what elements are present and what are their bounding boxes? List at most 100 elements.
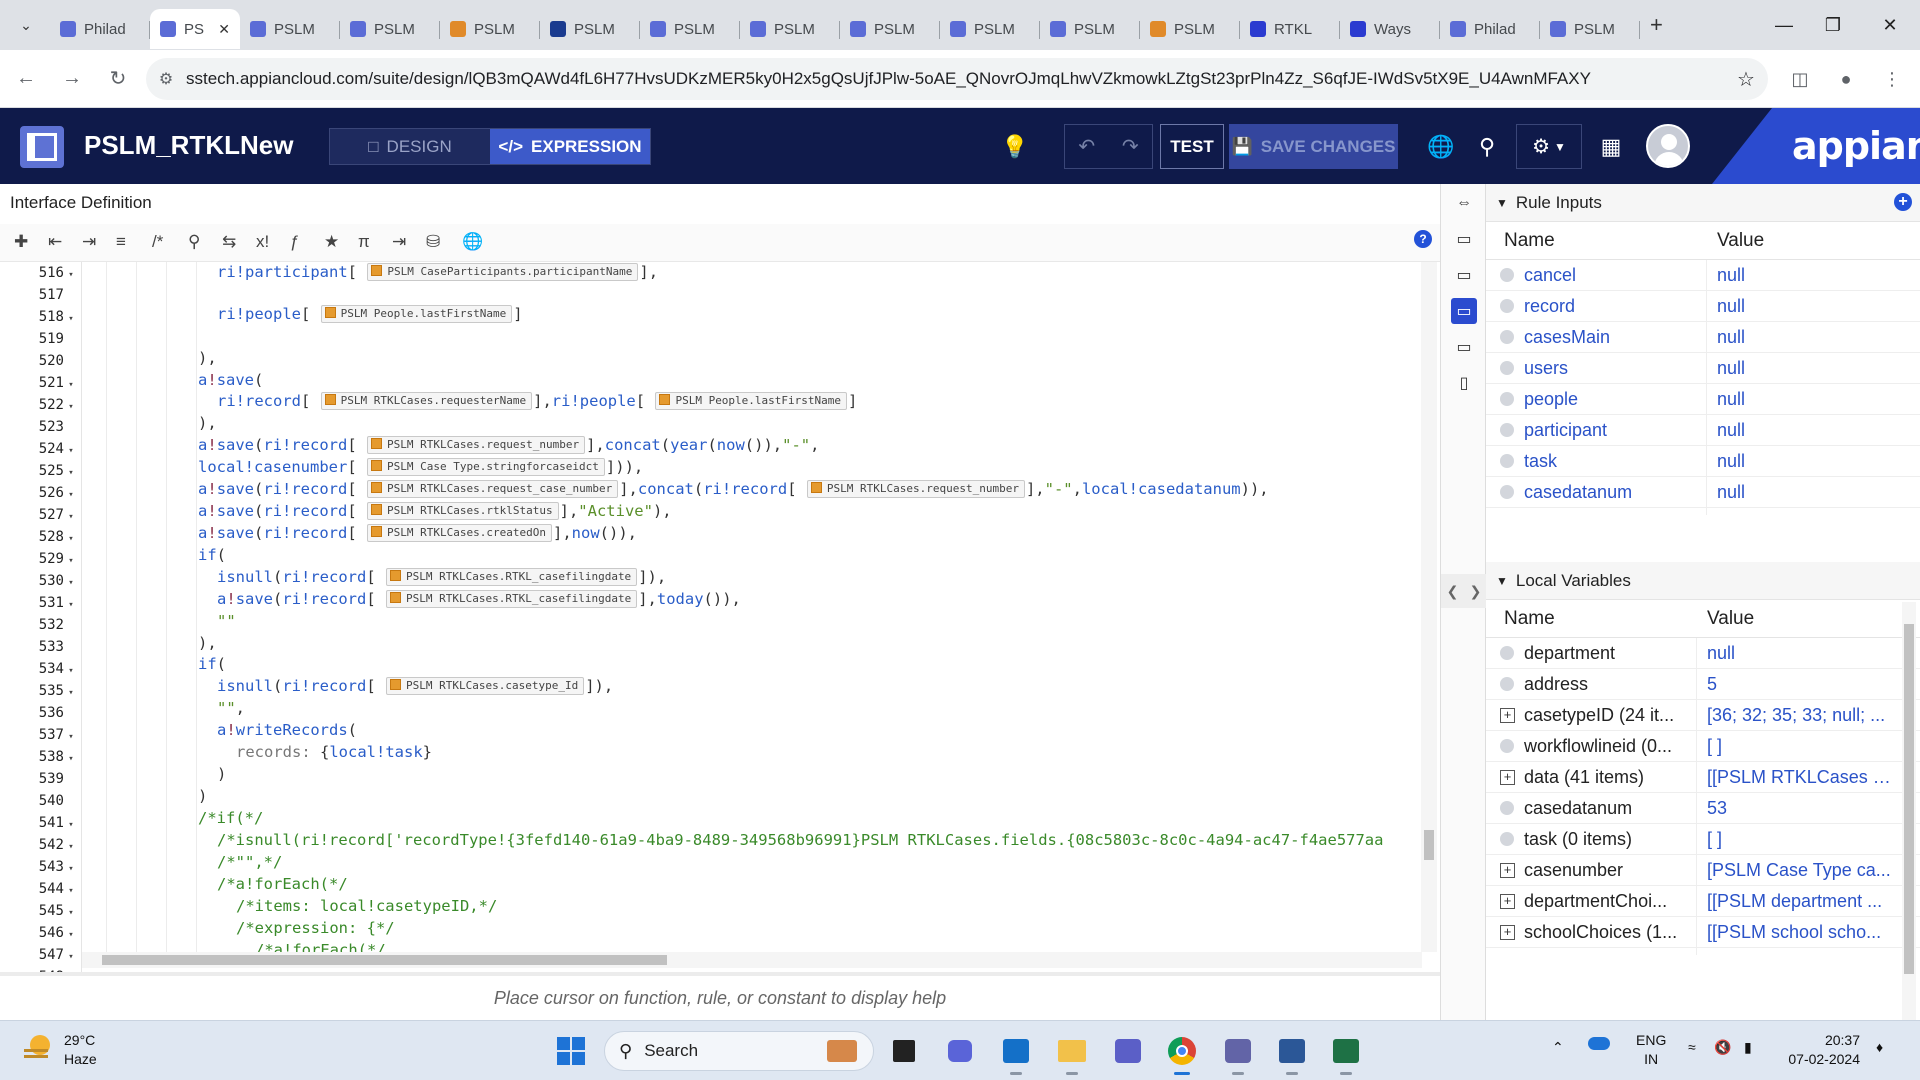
url-bar[interactable]: ⚙ sstech.appiancloud.com/suite/design/lQ… [146, 58, 1768, 100]
phone-icon[interactable]: ▯ [1451, 370, 1477, 396]
teams-icon[interactable] [1220, 1033, 1256, 1075]
browser-tab[interactable]: PSLM [840, 9, 940, 49]
comment-icon[interactable]: /* [152, 232, 163, 252]
restore-icon[interactable]: ❐ [1803, 0, 1863, 50]
local-variable-row[interactable]: address 5 [1486, 669, 1920, 707]
language-indicator[interactable]: ENG IN [1636, 1031, 1666, 1069]
rule-input-row[interactable]: people null [1486, 384, 1920, 422]
browser-tab[interactable]: PSLM [340, 9, 440, 49]
test-button[interactable]: TEST [1160, 124, 1224, 169]
add-rule-input-icon[interactable]: + [1894, 193, 1912, 211]
excel-icon[interactable] [1328, 1033, 1364, 1075]
save-changes-button[interactable]: 💾 SAVE CHANGES [1229, 124, 1398, 169]
variable-value[interactable]: [[PSLM school scho... [1707, 922, 1881, 943]
wifi-icon[interactable]: ≈ [1688, 1039, 1696, 1055]
expand-plus-icon[interactable]: + [1500, 893, 1515, 909]
browser-tab[interactable]: PSLM [1040, 9, 1140, 49]
weather-haze-icon[interactable] [24, 1035, 54, 1059]
taskbar-search[interactable]: ⚲ Search [604, 1031, 874, 1071]
reload-icon[interactable]: ↻ [98, 59, 138, 99]
favorites-star-icon[interactable]: ★ [324, 232, 339, 252]
variable-value[interactable]: 53 [1707, 798, 1727, 819]
web-api-icon[interactable]: 🌐 [462, 232, 483, 252]
local-variable-row[interactable]: task (0 items) [ ] [1486, 824, 1920, 862]
browser-tab[interactable]: PSLM [640, 9, 740, 49]
file-explorer-icon[interactable] [1054, 1033, 1090, 1075]
task-view-icon[interactable] [886, 1033, 922, 1069]
close-window-icon[interactable]: ✕ [1860, 0, 1920, 50]
browser-tab[interactable]: Ways [1340, 9, 1440, 49]
tab-search-button[interactable]: ⌄ [8, 7, 44, 43]
local-variable-row[interactable]: + data (41 items) [[PSLM RTKLCases R... [1486, 762, 1920, 800]
user-avatar[interactable] [1646, 124, 1690, 168]
battery-icon[interactable]: ▮ [1744, 1039, 1752, 1056]
variable-value[interactable]: null [1707, 643, 1735, 664]
app-grid-icon[interactable]: ▦ [1596, 128, 1626, 165]
function-icon[interactable]: ƒ [290, 232, 299, 252]
collapse-right-icon[interactable]: ❯ [1470, 583, 1482, 600]
format-icon[interactable]: ✚ [14, 232, 28, 252]
browser-tab[interactable]: PSLM [440, 9, 540, 49]
rule-inputs-header[interactable]: ▼ Rule Inputs + [1486, 184, 1920, 222]
outdent-icon[interactable]: ⇤ [48, 232, 62, 252]
lightbulb-icon[interactable]: 💡 [1001, 128, 1028, 165]
settings-gear-icon[interactable]: ⚙ ▼ [1516, 124, 1582, 169]
close-tab-icon[interactable]: ✕ [218, 21, 230, 38]
find-icon[interactable]: ⚲ [188, 232, 200, 252]
test-expression-icon[interactable]: x! [256, 232, 269, 252]
desktop-wide-icon[interactable]: ▭ [1451, 226, 1477, 252]
variable-value[interactable]: null [1717, 327, 1745, 348]
editor-vertical-scrollbar[interactable] [1421, 262, 1437, 952]
browser-tab[interactable]: PSLM [740, 9, 840, 49]
rule-input-row[interactable]: casedatanum null [1486, 477, 1920, 515]
rule-input-row[interactable]: cancel null [1486, 260, 1920, 298]
expand-width-icon[interactable]: ⇔ [1451, 190, 1477, 216]
bookmark-star-icon[interactable]: ☆ [1724, 67, 1768, 92]
browser-tab[interactable]: PS ✕ [150, 9, 240, 49]
variable-value[interactable]: null [1717, 482, 1745, 503]
list-icon[interactable]: ≡ [116, 232, 126, 252]
new-tab-button[interactable]: + [1650, 12, 1663, 38]
browser-tab[interactable]: PSLM [540, 9, 640, 49]
variable-value[interactable]: [ ] [1707, 829, 1722, 850]
site-info-icon[interactable]: ⚙ [146, 69, 186, 89]
redo-icon[interactable]: ↷ [1109, 125, 1153, 168]
browser-tab[interactable]: PSLM [1140, 9, 1240, 49]
weather-widget[interactable]: 29°C Haze [64, 1031, 97, 1069]
mute-speaker-icon[interactable]: 🔇 [1714, 1039, 1731, 1056]
browser-tab[interactable]: Philad [1440, 9, 1540, 49]
help-icon[interactable]: ? [1414, 230, 1432, 248]
expand-plus-icon[interactable]: + [1500, 862, 1515, 878]
desktop-icon[interactable]: ▭ [1451, 262, 1477, 288]
search-icon[interactable]: ⚲ [1472, 128, 1502, 165]
start-button[interactable] [553, 1033, 589, 1069]
url-text[interactable]: sstech.appiancloud.com/suite/design/lQB3… [186, 69, 1724, 89]
indent-icon[interactable]: ⇥ [82, 232, 96, 252]
meet-icon[interactable] [942, 1033, 978, 1069]
variable-value[interactable]: null [1717, 265, 1745, 286]
local-variable-row[interactable]: workflowlineid (0... [ ] [1486, 731, 1920, 769]
local-variables-header[interactable]: ▼ Local Variables [1486, 562, 1920, 600]
browser-menu-icon[interactable]: ⋮ [1873, 60, 1911, 98]
variable-value[interactable]: null [1717, 296, 1745, 317]
variable-value[interactable]: null [1717, 451, 1745, 472]
variable-value[interactable]: [[PSLM department ... [1707, 891, 1882, 912]
local-variable-row[interactable]: + casenumber [PSLM Case Type ca... [1486, 855, 1920, 893]
variable-value[interactable]: [ ] [1707, 736, 1722, 757]
rule-input-row[interactable]: participant null [1486, 415, 1920, 453]
variable-value[interactable]: [36; 32; 35; 33; null; ... [1707, 705, 1885, 726]
local-variable-row[interactable]: + casetypeID (24 it... [36; 32; 35; 33; nu… [1486, 700, 1920, 738]
notification-bell-icon[interactable]: ♦ [1876, 1039, 1883, 1055]
local-variables-scrollbar[interactable] [1902, 602, 1916, 1020]
variable-value[interactable]: null [1717, 389, 1745, 410]
rule-input-row[interactable]: task null [1486, 446, 1920, 484]
constant-icon[interactable]: π [358, 232, 370, 252]
expression-mode-button[interactable]: </> EXPRESSION [490, 129, 650, 164]
expand-plus-icon[interactable]: + [1500, 707, 1515, 723]
expand-plus-icon[interactable]: + [1500, 769, 1515, 785]
monitor-icon[interactable]: ▭ [1451, 298, 1477, 324]
local-variable-row[interactable]: department null [1486, 638, 1920, 676]
word-icon[interactable] [1274, 1033, 1310, 1075]
tablet-icon[interactable]: ▭ [1451, 334, 1477, 360]
variable-value[interactable]: null [1717, 420, 1745, 441]
